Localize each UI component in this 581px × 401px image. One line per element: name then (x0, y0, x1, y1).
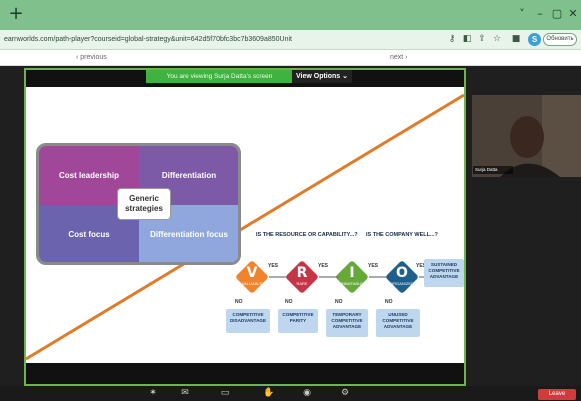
participant-figure (472, 95, 581, 177)
profile-avatar[interactable]: S (528, 33, 541, 46)
next-link[interactable]: next › (390, 52, 420, 64)
outcome-unused: UNUSED COMPETITIVE ADVANTAGE (376, 309, 420, 337)
key-icon[interactable]: ⚷ (446, 33, 458, 46)
meeting-controls (0, 386, 581, 401)
view-options-button[interactable]: View Options ⌄ (292, 70, 352, 83)
inimitable-sublabel: INIMITABLE (341, 281, 363, 286)
minimize-button[interactable]: – (532, 7, 548, 21)
no-label-3: NO (335, 299, 343, 305)
share-icon[interactable]: ⇪ (476, 33, 488, 46)
url-field[interactable]: earnworlds.com/path-player?courseid=glob… (4, 34, 334, 46)
present-icon[interactable]: ◉ (300, 387, 314, 399)
organized-sublabel: ORGANIZED (390, 281, 414, 286)
yes-label-3: YES (368, 263, 379, 269)
maximize-button[interactable]: ▢ (549, 7, 565, 21)
generic-strategies-label: Generic strategies (117, 188, 171, 220)
valuable-sublabel: VALUABLE (241, 281, 263, 286)
settings-icon[interactable]: ⚙ (338, 387, 352, 399)
reactions-icon[interactable]: ✶ (146, 387, 160, 399)
no-label-4: NO (385, 299, 393, 305)
captions-icon[interactable]: ▭ (218, 387, 232, 399)
viewing-banner: You are viewing Surja Datta's screen (146, 70, 293, 83)
chat-icon[interactable]: ✉ (178, 387, 192, 399)
tab-search-icon[interactable]: ˅ (514, 7, 530, 21)
leave-button[interactable]: Leave (538, 389, 576, 400)
rare-sublabel: RARE (296, 281, 308, 286)
bookmark-star-icon[interactable]: ☆ (491, 33, 503, 46)
browser-tab-bar (0, 0, 581, 30)
no-label-2: NO (285, 299, 293, 305)
side-panel-icon[interactable]: ■ (510, 33, 522, 46)
outcome-disadvantage: COMPETITIVE DISADVANTAGE (226, 309, 270, 333)
new-tab-button[interactable]: + (8, 5, 24, 23)
slide-content: Cost leadership Differentiation Cost foc… (26, 87, 464, 363)
outcome-parity: COMPETITIVE PARITY (278, 309, 318, 333)
translate-icon[interactable]: ◧ (461, 33, 473, 46)
resource-question: IS THE RESOURCE OR CAPABILITY...? (256, 232, 358, 238)
shared-screen: You are viewing Surja Datta's screen Vie… (24, 68, 466, 386)
valuable-letter: V (246, 265, 258, 281)
yes-label-2: YES (318, 263, 329, 269)
participant-video[interactable] (472, 95, 581, 177)
outcome-temporary: TEMPORARY COMPETITIVE ADVANTAGE (326, 309, 368, 337)
company-question: IS THE COMPANY WELL...? (366, 232, 438, 238)
generic-strategies-grid: Cost leadership Differentiation Cost foc… (36, 143, 241, 265)
share-bottom-strip (26, 363, 464, 384)
outcome-sustained: SUSTAINED COMPETITIVE ADVANTAGE (424, 259, 464, 287)
update-button[interactable]: Обновить (543, 33, 577, 46)
previous-link[interactable]: ‹ previous (76, 52, 116, 64)
participant-name: Surja Datta (473, 166, 513, 174)
raise-hand-icon[interactable]: ✋ (262, 387, 276, 399)
yes-label-1: YES (268, 263, 279, 269)
yes-arrows (269, 276, 426, 278)
no-label-1: NO (235, 299, 243, 305)
close-window-button[interactable]: ✕ (565, 7, 581, 21)
